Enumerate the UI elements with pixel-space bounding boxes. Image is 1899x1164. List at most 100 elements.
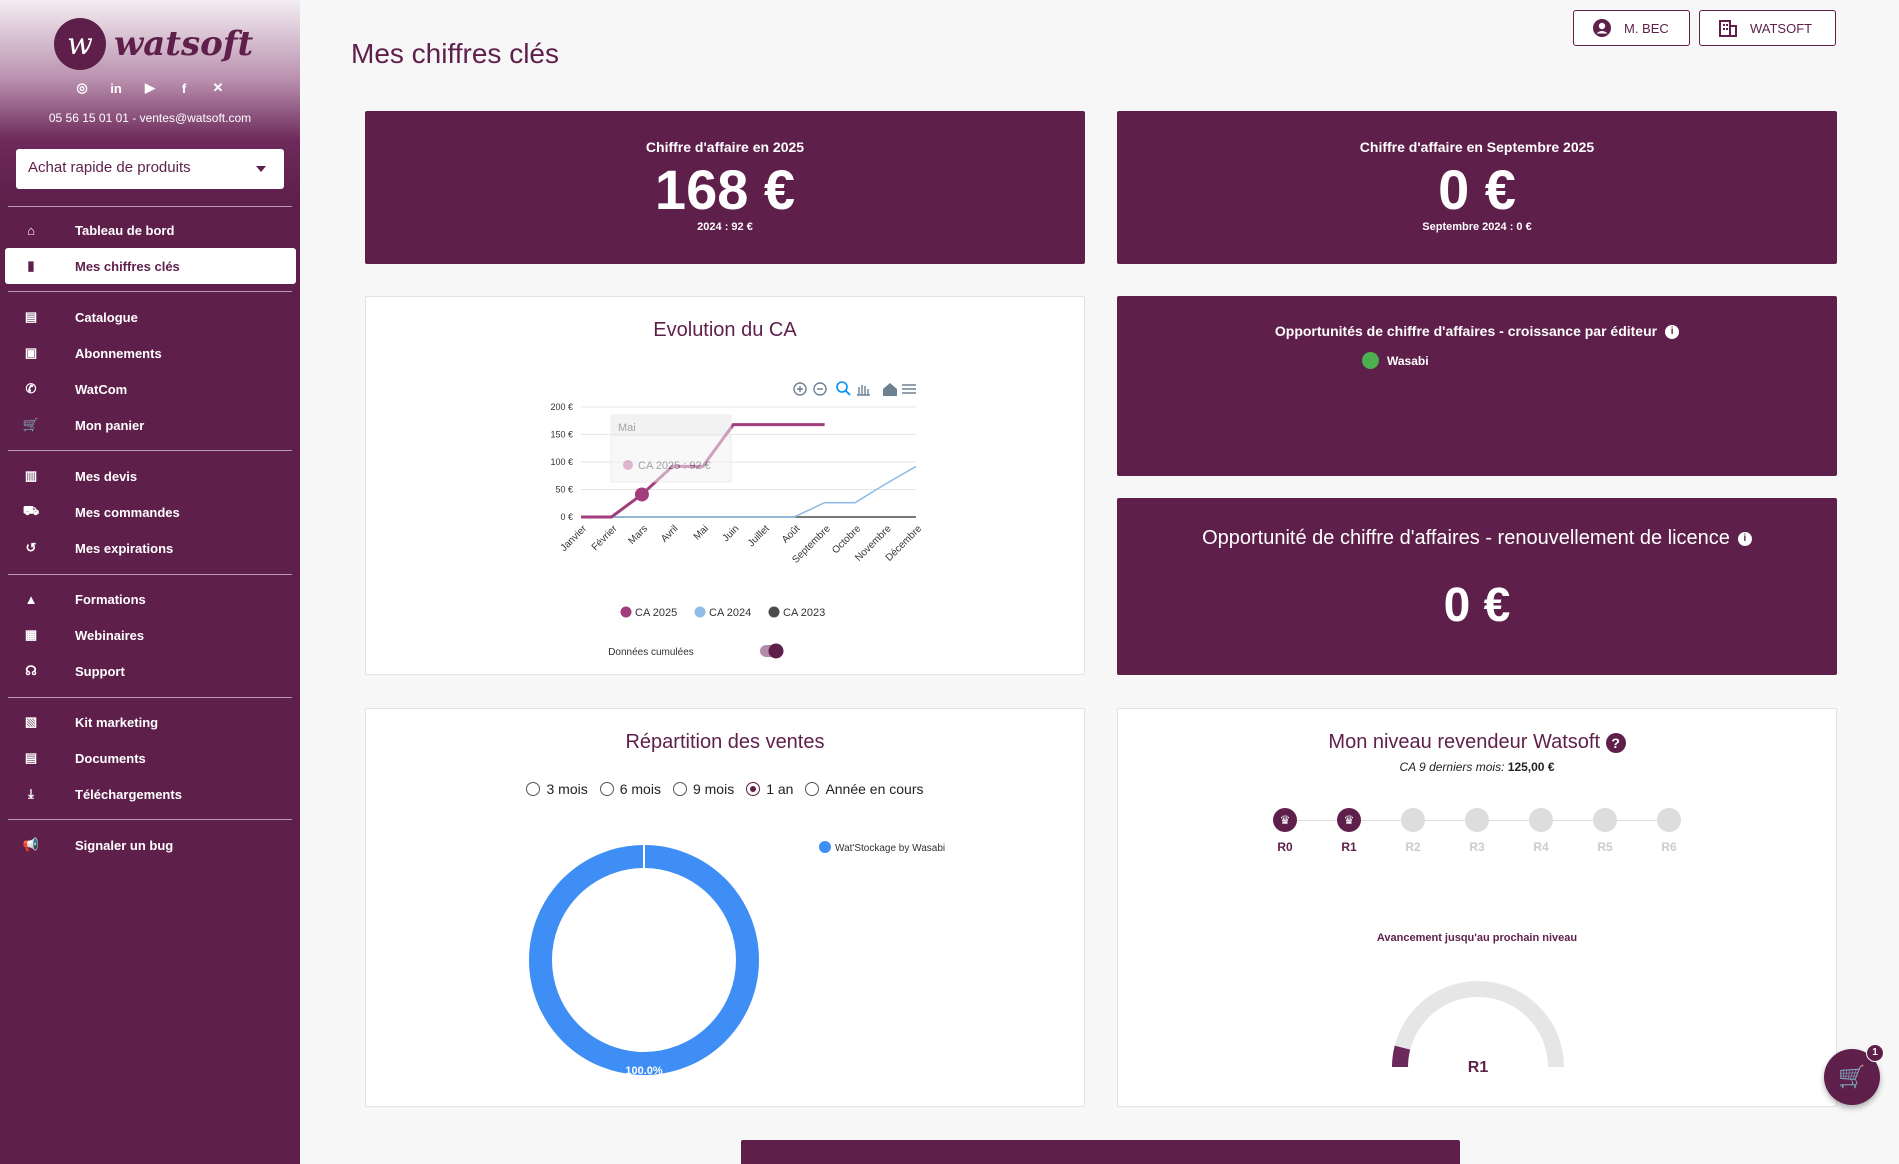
nav-label: Mes chiffres clés	[75, 258, 180, 274]
building-icon	[1719, 20, 1737, 37]
cart-count-badge: 1	[1866, 1044, 1884, 1062]
x-tick-label: Avril	[659, 523, 680, 544]
user-button[interactable]: M. BEC	[1573, 10, 1690, 46]
quick-buy-select[interactable]: Achat rapide de produits	[16, 149, 284, 189]
pie-legend-item[interactable]: Wat'Stockage by Wasabi	[819, 841, 945, 854]
nav-label: Mes devis	[75, 468, 138, 484]
evolution-chart[interactable]: 0 € 50 € 100 € 150 € 200 € Janvier Février Mar…	[366, 297, 1086, 676]
nav-catalogue[interactable]: ▤ Catalogue	[5, 299, 296, 335]
info-icon[interactable]: i	[1737, 531, 1752, 546]
period-6-mois[interactable]: 6 mois	[599, 781, 661, 797]
menu-icon[interactable]	[902, 384, 916, 394]
divider	[8, 574, 292, 575]
level-ca: CA 9 derniers mois: 125,00 €	[1118, 760, 1836, 774]
quick-buy-label: Achat rapide de produits	[28, 159, 191, 176]
help-icon[interactable]: ?	[1605, 732, 1626, 753]
youtube-icon[interactable]: ▶	[140, 78, 160, 98]
info-icon[interactable]: i	[1665, 325, 1680, 340]
growth-legend-label: Wasabi	[1387, 353, 1429, 368]
school-icon: ▲	[24, 591, 38, 607]
x-icon[interactable]: ✕	[208, 78, 228, 98]
company-name: WATSOFT	[1750, 20, 1813, 36]
cumulative-toggle[interactable]	[760, 643, 784, 659]
period-3-mois[interactable]: 3 mois	[526, 781, 588, 797]
legend-dot	[768, 606, 780, 618]
radio-button[interactable]	[672, 782, 687, 796]
home-reset-icon[interactable]	[883, 383, 897, 396]
user-name: M. BEC	[1624, 20, 1669, 36]
nav-label: WatCom	[75, 381, 128, 397]
level-step-label: R3	[1469, 840, 1485, 854]
pie-data-label: 100.0%	[625, 1065, 663, 1077]
radio-button[interactable]	[599, 782, 614, 796]
kpi-year-label: Chiffre d'affaire en 2025	[645, 139, 805, 155]
nav-kit-marketing[interactable]: ▧ Kit marketing	[5, 704, 296, 740]
bar-chart-icon: ▮	[27, 258, 35, 273]
level-card: Mon niveau revendeur Watsoft ? CA 9 dern…	[1117, 708, 1837, 1107]
truck-icon: ⛟	[22, 503, 40, 518]
nav-mes-expirations[interactable]: ↺ Mes expirations	[5, 530, 296, 566]
period-selector: 3 mois 6 mois 9 mois 1 an Année en cours	[365, 781, 1085, 797]
chart-legend: CA 2025 CA 2024 CA 2023	[620, 606, 825, 619]
chart-tooltip: Mai CA 2025 : 92 €	[610, 414, 732, 483]
hover-point	[634, 487, 649, 502]
social-links: ◎ in ▶ f ✕	[72, 78, 228, 98]
nav-signaler-bug[interactable]: 📢 Signaler un bug	[5, 827, 296, 863]
trophy-icon: ♛	[1337, 808, 1361, 832]
radio-button-selected[interactable]	[746, 782, 761, 796]
zoom-in-icon[interactable]	[793, 382, 807, 396]
book-icon: ▤	[24, 309, 38, 324]
quote-icon: ▥	[24, 468, 38, 483]
radio-button[interactable]	[526, 782, 541, 796]
company-button[interactable]: WATSOFT	[1699, 10, 1836, 46]
level-step-label: R1	[1341, 840, 1357, 854]
level-ca-value: 125,00 €	[1507, 760, 1555, 774]
instagram-icon[interactable]: ◎	[72, 78, 92, 98]
nav-label: Mes commandes	[75, 504, 180, 520]
growth-legend[interactable]: Wasabi	[1362, 352, 1429, 369]
nav-telechargements[interactable]: ⤓ Téléchargements	[5, 776, 296, 812]
kpi-month-sub: Septembre 2024 : 0 €	[1422, 221, 1532, 233]
trophy-icon: ♛	[1273, 808, 1297, 832]
zoom-out-icon[interactable]	[813, 382, 827, 396]
nav-watcom[interactable]: ✆ WatCom	[5, 371, 296, 407]
y-tick-label: 100 €	[550, 457, 573, 467]
facebook-icon[interactable]: f	[174, 78, 194, 98]
pan-icon[interactable]	[857, 385, 870, 396]
level-dot	[1465, 808, 1489, 832]
pie-slice[interactable]	[529, 845, 759, 1075]
level-step-r2: R2	[1400, 808, 1426, 854]
renewal-value: 0 €	[1443, 579, 1511, 632]
period-annee-en-cours[interactable]: Année en cours	[805, 781, 924, 797]
download-icon: ⤓	[28, 786, 34, 801]
period-1-an[interactable]: 1 an	[746, 781, 793, 797]
period-9-mois[interactable]: 9 mois	[672, 781, 734, 797]
nav-mon-panier[interactable]: 🛒 Mon panier	[5, 407, 296, 443]
nav-tableau-de-bord[interactable]: ⌂ Tableau de bord	[5, 212, 296, 248]
period-label: 1 an	[766, 781, 794, 797]
nav-documents[interactable]: ▤ Documents	[5, 740, 296, 776]
phone-icon: ✆	[25, 381, 37, 396]
level-step-r5: R5	[1592, 808, 1618, 854]
nav-mes-commandes[interactable]: ⛟ Mes commandes	[5, 494, 296, 530]
growth-title: Opportunités de chiffre d'affaires - cro…	[1274, 323, 1658, 339]
nav-formations[interactable]: ▲ Formations	[5, 581, 296, 617]
nav-abonnements[interactable]: ▣ Abonnements	[5, 335, 296, 371]
logo[interactable]: w watsoft	[54, 18, 253, 70]
x-tick-label: Juin	[721, 523, 742, 544]
zoom-select-icon[interactable]	[836, 381, 851, 396]
repartition-chart[interactable]: Wat'Stockage by Wasabi 100.0%	[365, 800, 1085, 1100]
evolution-card: Evolution du CA 0 €50 €100 €150 €200 € J…	[365, 296, 1085, 675]
nav-support[interactable]: ☊ Support	[5, 653, 296, 689]
gauge-track	[1392, 981, 1564, 1068]
radio-button[interactable]	[805, 782, 820, 796]
nav-mes-chiffres-cles[interactable]: ▮ Mes chiffres clés	[5, 248, 296, 284]
nav-label: Téléchargements	[75, 786, 182, 802]
nav-webinaires[interactable]: ▦ Webinaires	[5, 617, 296, 653]
nav-label: Kit marketing	[75, 714, 159, 730]
nav-mes-devis[interactable]: ▥ Mes devis	[5, 458, 296, 494]
divider	[8, 291, 292, 292]
linkedin-icon[interactable]: in	[106, 78, 126, 98]
nav-label: Support	[75, 663, 125, 679]
tooltip-value: CA 2025 : 92 €	[638, 460, 711, 472]
